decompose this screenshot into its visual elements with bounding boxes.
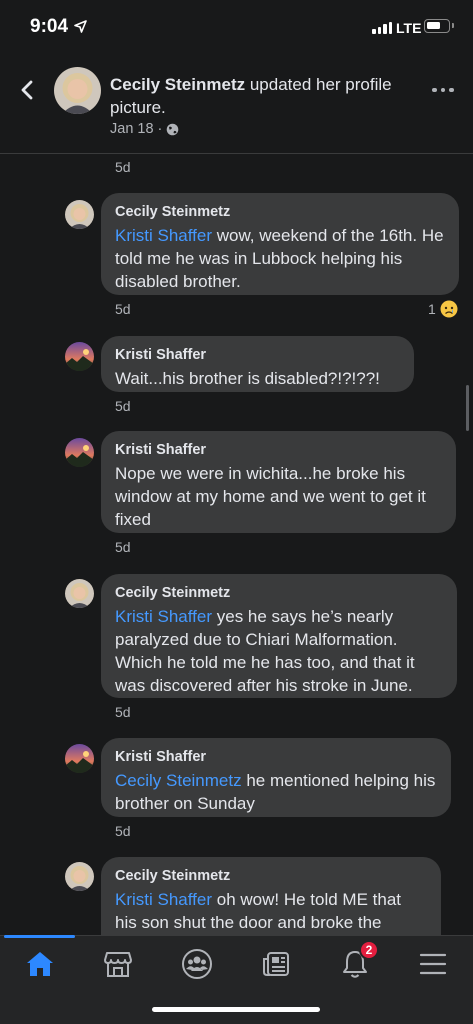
comment-bubble[interactable]: Cecily Steinmetz Kristi Shaffer wow, wee… <box>101 193 459 295</box>
tab-menu[interactable] <box>413 946 453 982</box>
more-options-button[interactable] <box>432 84 456 96</box>
tab-groups[interactable] <box>177 946 217 982</box>
comment-bubble[interactable]: Kristi Shaffer Nope we were in wichita..… <box>101 431 456 533</box>
post-header: Cecily Steinmetz updated her profile pic… <box>0 54 473 154</box>
comment-author[interactable]: Kristi Shaffer <box>115 748 437 766</box>
comment-timestamp[interactable]: 5d <box>115 301 131 317</box>
comment-bubble[interactable]: Kristi Shaffer Cecily Steinmetz he menti… <box>101 738 451 817</box>
back-button[interactable] <box>14 76 42 104</box>
notification-badge: 2 <box>359 940 379 960</box>
comment-author[interactable]: Kristi Shaffer <box>115 346 400 364</box>
comment-timestamp[interactable]: 5d <box>115 704 131 720</box>
commenter-avatar[interactable] <box>65 438 94 467</box>
signal-icon <box>372 22 392 34</box>
home-icon <box>27 952 53 976</box>
comment-author[interactable]: Cecily Steinmetz <box>115 203 445 221</box>
news-icon <box>263 952 289 976</box>
comment-bubble[interactable]: Cecily Steinmetz Kristi Shaffer oh wow! … <box>101 857 441 935</box>
commenter-avatar[interactable] <box>65 862 94 891</box>
location-arrow-icon <box>74 20 87 33</box>
status-time: 9:04 <box>30 16 69 37</box>
comment-text: Kristi Shaffer wow, weekend of the 16th.… <box>115 226 444 291</box>
comment-timestamp[interactable]: 5d <box>115 823 131 839</box>
comment-bubble[interactable]: Cecily Steinmetz Kristi Shaffer yes he s… <box>101 574 457 698</box>
comment-timestamp[interactable]: 5d <box>115 398 131 414</box>
marketplace-icon <box>104 952 132 977</box>
menu-icon <box>419 953 447 975</box>
comments-feed[interactable]: 5d Cecily Steinmetz Kristi Shaffer wow, … <box>0 155 473 935</box>
sad-reaction-icon <box>440 300 458 318</box>
home-indicator[interactable] <box>152 1007 320 1012</box>
reaction-count: 1 <box>428 301 436 317</box>
commenter-avatar[interactable] <box>65 200 94 229</box>
post-author-name[interactable]: Cecily Steinmetz <box>110 75 245 94</box>
commenter-avatar[interactable] <box>65 579 94 608</box>
post-meta: Jan 18 · <box>110 121 179 137</box>
status-bar: 9:04 LTE <box>0 0 473 54</box>
comment-mention[interactable]: Kristi Shaffer <box>115 607 212 626</box>
author-avatar[interactable] <box>54 67 101 114</box>
reaction-summary[interactable]: 1 <box>428 300 458 318</box>
comment-timestamp[interactable]: 5d <box>115 539 131 555</box>
comment-text: Kristi Shaffer yes he says he’s nearly p… <box>115 607 415 695</box>
battery-icon <box>424 19 454 33</box>
comment-timestamp[interactable]: 5d <box>115 159 131 175</box>
comment-text: Kristi Shaffer oh wow! He told ME that h… <box>115 890 401 932</box>
comment-text: Wait...his brother is disabled?!?!??! <box>115 369 380 388</box>
tab-news[interactable] <box>256 946 296 982</box>
comment-author[interactable]: Kristi Shaffer <box>115 441 442 459</box>
comment-bubble[interactable]: Kristi Shaffer Wait...his brother is dis… <box>101 336 414 392</box>
scrollbar[interactable] <box>466 385 469 431</box>
network-label: LTE <box>396 20 422 36</box>
comment-text: Nope we were in wichita...he broke his w… <box>115 464 426 529</box>
tab-home[interactable] <box>20 946 60 982</box>
commenter-avatar[interactable] <box>65 342 94 371</box>
comment-mention[interactable]: Kristi Shaffer <box>115 226 212 245</box>
post-date[interactable]: Jan 18 <box>110 121 154 137</box>
post-title: Cecily Steinmetz updated her profile pic… <box>110 73 420 119</box>
meta-separator: · <box>157 121 163 137</box>
comment-text: Cecily Steinmetz he mentioned helping hi… <box>115 771 436 813</box>
active-tab-indicator <box>4 935 75 938</box>
commenter-avatar[interactable] <box>65 744 94 773</box>
tab-marketplace[interactable] <box>98 946 138 982</box>
globe-icon <box>167 123 179 135</box>
comment-author[interactable]: Cecily Steinmetz <box>115 867 427 885</box>
comment-mention[interactable]: Cecily Steinmetz <box>115 771 242 790</box>
comment-mention[interactable]: Kristi Shaffer <box>115 890 212 909</box>
comment-author[interactable]: Cecily Steinmetz <box>115 584 443 602</box>
groups-icon <box>182 949 212 979</box>
